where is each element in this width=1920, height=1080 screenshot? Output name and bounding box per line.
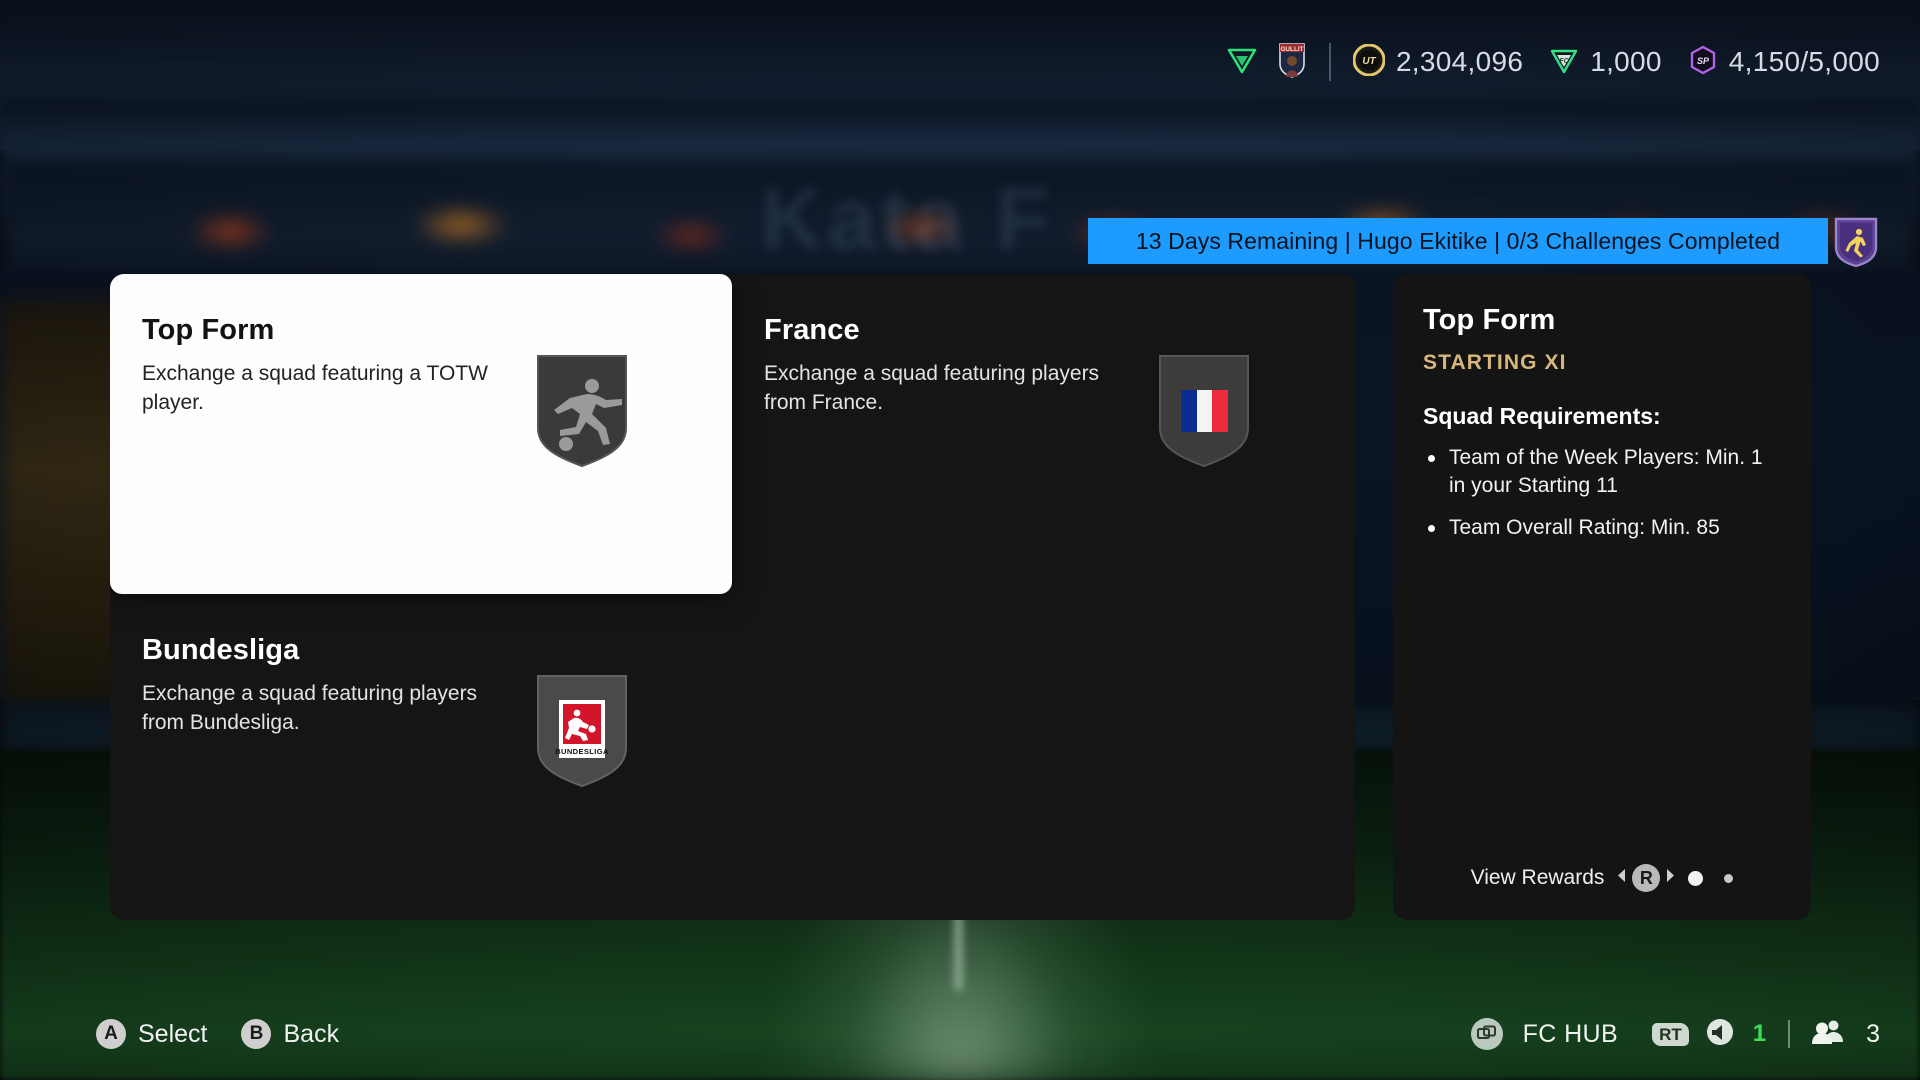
wallet-season-points[interactable]: SP 4,150/5,000 (1688, 45, 1880, 80)
challenge-banner-row: 13 Days Remaining | Hugo Ekitike | 0/3 C… (0, 217, 1920, 268)
sbc-tile-title: Top Form (142, 314, 275, 346)
sbc-tile-france[interactable]: France Exchange a squad featuring player… (732, 274, 1354, 594)
hint-select-label: Select (138, 1019, 208, 1048)
detail-panel-subtitle: STARTING XI (1423, 351, 1567, 374)
hud-wallet-group: UT 2,304,096 FC 1,000 SP 4,150/5,000 (1352, 43, 1880, 81)
challenge-detail-panel: Top Form STARTING XI Squad Requirements:… (1393, 274, 1811, 920)
speaker-icon[interactable] (1705, 1017, 1735, 1052)
view-rewards-row[interactable]: View Rewards R (1423, 864, 1781, 892)
top-hud: GULLIT UT 2,304,096 FC 1,000 SP 4,150/5,… (0, 0, 1920, 124)
squad-requirements-list: Team of the Week Players: Min. 1 in your… (1423, 444, 1781, 556)
evo-triangle-logo-icon (1225, 43, 1259, 82)
svg-text:BUNDESLIGA: BUNDESLIGA (555, 747, 609, 756)
challenge-banner[interactable]: 13 Days Remaining | Hugo Ekitike | 0/3 C… (1088, 218, 1828, 264)
fc-points-icon: FC (1549, 45, 1579, 80)
svg-text:UT: UT (1362, 56, 1376, 67)
page-dot-active[interactable] (1688, 870, 1704, 886)
season-points-value: 4,150/5,000 (1728, 46, 1880, 77)
svg-text:GULLIT: GULLIT (1280, 46, 1303, 53)
r-bumper-button[interactable]: R (1632, 864, 1661, 892)
view-rewards-label: View Rewards (1470, 866, 1605, 889)
wallet-fc-points[interactable]: FC 1,000 (1549, 45, 1662, 80)
sbc-tile-title: France (764, 314, 860, 346)
sbc-tile-description: Exchange a squad featuring players from … (764, 362, 1100, 414)
season-points-icon: SP (1688, 45, 1718, 80)
rewards-cycle-control[interactable]: R (1616, 864, 1676, 892)
hud-divider (1328, 43, 1331, 81)
bottom-bar-divider (1788, 1020, 1791, 1048)
detail-panel-title: Top Form (1423, 304, 1556, 336)
sbc-tile-bundesliga[interactable]: Bundesliga Exchange a squad featuring pl… (110, 594, 732, 914)
svg-text:SP: SP (1697, 56, 1710, 66)
people-icon[interactable] (1812, 1019, 1844, 1050)
bundesliga-logo-shield-icon: BUNDESLIGA (532, 672, 632, 790)
b-button-icon: B (241, 1019, 272, 1049)
rt-trigger-badge: RT (1652, 1022, 1689, 1046)
page-dot[interactable] (1724, 873, 1734, 883)
hud-crest-group: GULLIT (1225, 42, 1307, 83)
hint-select[interactable]: A Select (96, 1019, 207, 1049)
ut-coins-icon: UT (1352, 43, 1386, 81)
sbc-tile-description: Exchange a squad featuring players from … (142, 682, 478, 734)
a-button-icon: A (96, 1019, 126, 1049)
chevron-left-icon[interactable] (1616, 868, 1627, 888)
party-count: 1 (1752, 1020, 1767, 1047)
sbc-challenge-panel: Top Form Exchange a squad featuring a TO… (110, 274, 1355, 920)
requirement-item: Team of the Week Players: Min. 1 in your… (1423, 444, 1781, 500)
hint-back-label: Back (283, 1019, 340, 1048)
france-flag-shield-icon (1154, 352, 1254, 470)
challenge-banner-text: 13 Days Remaining | Hugo Ekitike | 0/3 C… (1135, 227, 1781, 254)
window-switch-icon[interactable] (1470, 1018, 1503, 1050)
bottom-bar-hints: A Select B Back (96, 1019, 339, 1049)
fc-hub-label[interactable]: FC HUB (1523, 1020, 1618, 1049)
bottom-button-bar: A Select B Back FC HUB RT 1 3 (0, 988, 1920, 1080)
squad-requirements-heading: Squad Requirements: (1423, 403, 1661, 429)
fc-points-value: 1,000 (1590, 46, 1662, 77)
sbc-set-badge-icon (1832, 216, 1880, 268)
club-crest-gullit-icon: GULLIT (1277, 42, 1307, 83)
chevron-right-icon[interactable] (1665, 868, 1676, 888)
sbc-tile-title: Bundesliga (142, 634, 300, 666)
ut-coins-value: 2,304,096 (1395, 46, 1524, 77)
player-silhouette-shield-icon (532, 352, 632, 470)
friends-count: 3 (1866, 1019, 1880, 1048)
bottom-bar-status: FC HUB RT 1 3 (1470, 1017, 1880, 1052)
svg-text:FC: FC (1560, 58, 1570, 65)
hint-back[interactable]: B Back (241, 1019, 339, 1049)
wallet-ut-coins[interactable]: UT 2,304,096 (1352, 43, 1524, 81)
requirement-item: Team Overall Rating: Min. 85 (1423, 514, 1781, 542)
sbc-tile-description: Exchange a squad featuring a TOTW player… (142, 362, 488, 414)
sbc-tile-top-form[interactable]: Top Form Exchange a squad featuring a TO… (110, 274, 732, 594)
